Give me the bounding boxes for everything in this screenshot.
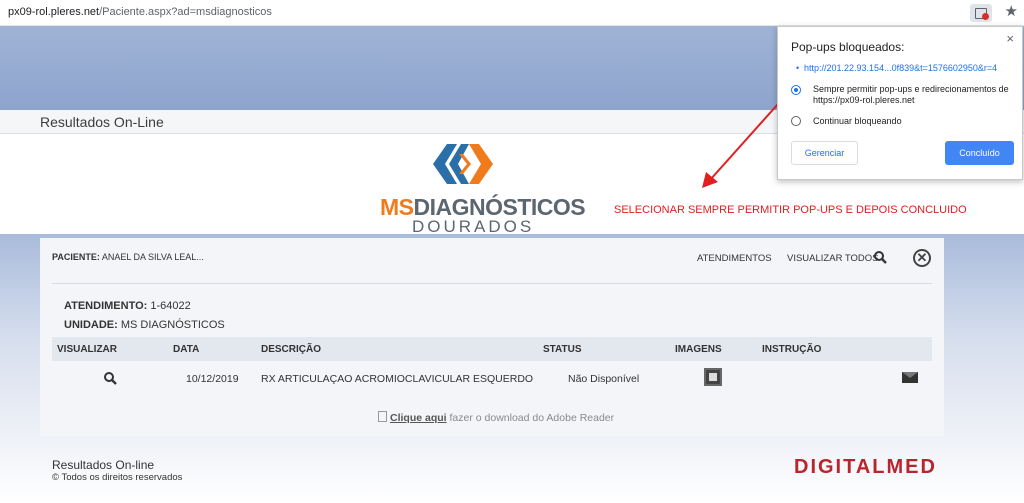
table-row: 10/12/2019 RX ARTICULAÇAO ACROMIOCLAVICU… bbox=[52, 361, 932, 395]
blocked-popup-link[interactable]: http://201.22.93.154...0f839&t=157660295… bbox=[796, 63, 997, 73]
view-search-icon[interactable] bbox=[103, 371, 117, 385]
attendance-info: ATENDIMENTO: 1-64022 bbox=[64, 300, 191, 312]
patient-info: PACIENTE: ANAEL DA SILVA LEAL... bbox=[52, 252, 204, 262]
mail-icon[interactable] bbox=[902, 372, 918, 383]
atendimentos-link[interactable]: ATENDIMENTOS bbox=[697, 253, 772, 264]
popup-title: Pop-ups bloqueados: bbox=[791, 40, 905, 54]
search-icon[interactable] bbox=[873, 250, 887, 264]
page-title: Resultados On-Line bbox=[40, 114, 164, 130]
address-bar[interactable]: px09-rol.pleres.net/Paciente.aspx?ad=msd… bbox=[0, 0, 1024, 26]
row-description: RX ARTICULAÇAO ACROMIOCLAVICULAR ESQUERD… bbox=[261, 373, 534, 385]
option-keep-blocking-label[interactable]: Continuar bloqueando bbox=[813, 116, 902, 127]
column-header-imagens: IMAGENS bbox=[675, 344, 722, 355]
unit-info: UNIDADE: MS DIAGNÓSTICOS bbox=[64, 319, 225, 331]
instruction-annotation: SELECIONAR SEMPRE PERMITIR POP-UPS E DEP… bbox=[614, 204, 967, 216]
column-header-visualizar: VISUALIZAR bbox=[57, 344, 117, 355]
brand-logo-icon bbox=[433, 144, 493, 184]
popup-blocked-icon[interactable] bbox=[970, 4, 992, 22]
column-header-status: STATUS bbox=[543, 344, 582, 355]
radio-always-allow[interactable] bbox=[791, 85, 801, 95]
column-header-data: DATA bbox=[173, 344, 200, 355]
manage-button[interactable]: Gerenciar bbox=[791, 141, 858, 165]
option-always-allow-label[interactable]: Sempre permitir pop-ups e redirecionamen… bbox=[813, 84, 1013, 106]
radio-keep-blocking[interactable] bbox=[791, 116, 801, 126]
divider bbox=[52, 283, 932, 284]
unit-value: MS DIAGNÓSTICOS bbox=[120, 319, 225, 331]
popup-blocked-dialog: Pop-ups bloqueados: × http://201.22.93.1… bbox=[777, 26, 1023, 180]
url-path: /Paciente.aspx?ad=msdiagnosticos bbox=[99, 6, 272, 18]
view-all-link[interactable]: VISUALIZAR TODOS bbox=[787, 253, 879, 264]
url-host: px09-rol.pleres.net bbox=[8, 6, 100, 18]
row-status: Não Disponível bbox=[568, 373, 640, 385]
attendance-label: ATENDIMENTO: bbox=[64, 300, 148, 312]
footer-title: Resultados On-line bbox=[52, 458, 155, 472]
bookmark-star-icon[interactable]: ★ bbox=[1005, 3, 1018, 21]
patient-name: ANAEL DA SILVA LEAL... bbox=[101, 252, 204, 262]
column-header-descricao: DESCRIÇÃO bbox=[261, 344, 322, 355]
download-text: fazer o download do Adobe Reader bbox=[446, 412, 615, 424]
table-header: VISUALIZAR DATA DESCRIÇÃO STATUS IMAGENS… bbox=[52, 337, 932, 361]
column-header-instrucao: INSTRUÇÃO bbox=[762, 344, 822, 355]
download-link[interactable]: Clique aqui bbox=[390, 412, 447, 424]
images-icon[interactable] bbox=[704, 368, 722, 386]
close-circle-icon[interactable]: ✕ bbox=[913, 249, 931, 267]
url-text[interactable]: px09-rol.pleres.net/Paciente.aspx?ad=msd… bbox=[8, 6, 272, 18]
unit-label: UNIDADE: bbox=[64, 319, 118, 331]
pdf-icon bbox=[378, 411, 387, 422]
close-icon[interactable]: × bbox=[1006, 31, 1014, 46]
logo-ms: MS bbox=[380, 194, 414, 220]
footer-copyright: © Todos os direitos reservados bbox=[52, 472, 183, 483]
footer-brand-logo: DIGITALMED bbox=[794, 456, 937, 478]
patient-label: PACIENTE: bbox=[52, 252, 100, 262]
row-date: 10/12/2019 bbox=[186, 373, 239, 385]
done-button[interactable]: Concluído bbox=[945, 141, 1014, 165]
attendance-value: 1-64022 bbox=[150, 300, 191, 312]
download-line: Clique aqui fazer o download do Adobe Re… bbox=[378, 411, 614, 424]
